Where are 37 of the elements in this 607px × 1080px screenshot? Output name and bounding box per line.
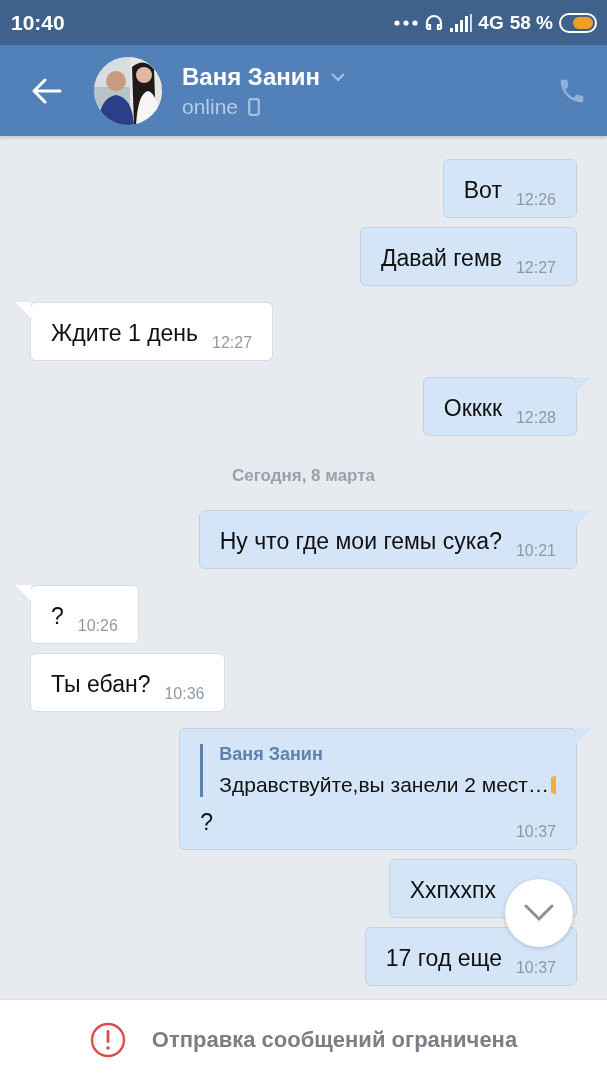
message-text: ? [51, 602, 64, 631]
message-text: Ну что где мои гемы сука? [219, 527, 502, 556]
message-text: ? [200, 808, 214, 837]
headphones-icon [424, 12, 445, 33]
signal-icon [450, 13, 473, 32]
more-icon [394, 19, 419, 26]
quoted-text: Здравствуйте,вы занели 2 мест… [219, 773, 549, 797]
message-text: Давай гемв [380, 244, 502, 273]
message-text: Ты ебан? [51, 670, 151, 699]
message-time: 12:28 [515, 409, 556, 427]
message-text: Ждите 1 день [51, 319, 199, 348]
message-time: 10:21 [515, 542, 556, 560]
message-time: 10:37 [515, 959, 556, 977]
message-time: 10:37 [515, 823, 556, 841]
message-text: Окккк [443, 394, 502, 423]
message-text: Xxпxxпx [409, 876, 496, 905]
date-separator: Сегодня, 8 марта [231, 466, 376, 486]
battery-icon [559, 12, 597, 33]
warning-icon [89, 1022, 126, 1058]
network-type: 4G [478, 11, 504, 34]
back-icon[interactable] [32, 77, 62, 104]
message-text: Вот [463, 176, 502, 205]
presence-status: online [182, 94, 239, 119]
clock: 10:40 [11, 10, 65, 35]
message-time: 10:36 [164, 685, 205, 703]
battery-percent: 58 % [509, 11, 553, 34]
chevron-down-icon[interactable] [330, 71, 346, 82]
quoted-author: Ваня Занин [219, 744, 324, 765]
message-time: 10:26 [77, 617, 118, 635]
message-time: 12:27 [515, 259, 556, 277]
mobile-phone-icon [248, 97, 261, 116]
message-time: 12:27 [212, 334, 253, 352]
chevron-down-icon [524, 904, 554, 922]
message-text: 17 год еще [385, 944, 502, 973]
restriction-notice: Отправка сообщений ограничена [151, 1027, 518, 1053]
message-time: 12:26 [515, 191, 556, 209]
contact-name[interactable]: Ваня Занин [182, 62, 320, 91]
